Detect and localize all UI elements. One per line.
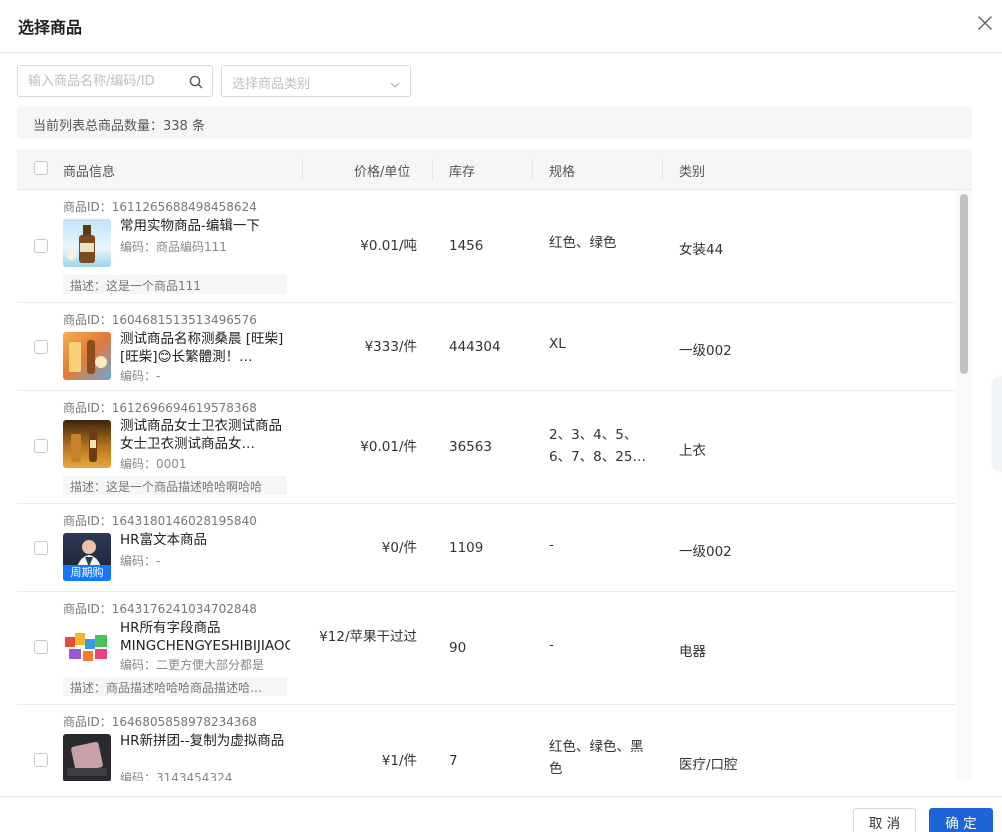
product-stock: 1456 [449, 238, 484, 254]
product-category: 一级002 [679, 544, 732, 560]
row-checkbox[interactable] [34, 541, 48, 555]
dialog-footer [0, 796, 1002, 832]
product-stock: 1109 [449, 540, 484, 556]
product-stock: 90 [449, 640, 467, 656]
product-spec: 红色、绿色 [549, 235, 617, 251]
header-divider [432, 159, 433, 180]
category-select-placeholder: 选择商品类别 [232, 77, 311, 92]
table-row[interactable]: 商品ID：1643176241034702848 HR所有字段商品MINGCHE… [17, 592, 959, 705]
row-checkbox[interactable] [34, 640, 48, 654]
product-price: ¥0/件 [381, 540, 417, 556]
colorful-snacks-thumbnail [63, 621, 111, 669]
product-price: ¥333/件 [364, 339, 417, 355]
product-spec: - [549, 637, 554, 653]
product-category: 女装44 [679, 242, 724, 258]
row-checkbox[interactable] [34, 753, 48, 767]
product-id: 商品ID：1612696694619578368 [63, 401, 257, 415]
product-spec: 2、3、4、5、6、7、8、25… [549, 427, 646, 465]
dialog-header: 选择商品 [0, 0, 1002, 53]
product-spec: XL [549, 336, 566, 352]
header-divider [662, 159, 663, 180]
product-name: HR富文本商品 [120, 532, 208, 548]
product-code: 编码：- [120, 369, 161, 383]
search-icon[interactable] [189, 74, 203, 89]
product-stock: 7 [449, 753, 458, 769]
product-category: 医疗/口腔 [679, 757, 738, 773]
product-desc: 描述：这是一个商品描述哈哈啊哈哈 [63, 476, 287, 495]
product-code: 编码：商品编码111 [120, 240, 227, 254]
row-checkbox[interactable] [34, 340, 48, 354]
table-scrollbar-thumb[interactable] [960, 194, 968, 374]
product-name: 常用实物商品-编辑一下 [120, 218, 260, 234]
product-category: 上衣 [679, 443, 706, 459]
total-count-bar: 当前列表总商品数量：338 条 [17, 107, 972, 139]
product-id: 商品ID：1611265688498458624 [63, 200, 257, 214]
product-desc: 描述：这是一个商品111 [63, 275, 287, 294]
product-name: HR新拼团--复制为虚拟商品 [120, 733, 285, 749]
total-count-text: 当前列表总商品数量：338 条 [33, 119, 205, 134]
product-code: 编码：3143454324 [120, 771, 233, 781]
product-price: ¥1/件 [381, 753, 417, 769]
beer-bottle-thumbnail [63, 219, 111, 267]
product-id: 商品ID：1646805858978234368 [63, 715, 257, 729]
header-divider [532, 159, 533, 180]
product-price: ¥12/苹果干过过 [319, 629, 417, 645]
table-row[interactable]: 商品ID：1643180146028195840 周期购 HR富文本商品 编码：… [17, 504, 959, 592]
beer-poster-thumbnail [63, 332, 111, 380]
table-row[interactable]: 商品ID：1604681513513496576 测试商品名称测桑晨 [旺柴][… [17, 303, 959, 391]
category-select[interactable]: 选择商品类别 [221, 65, 411, 97]
product-price: ¥0.01/吨 [360, 238, 417, 254]
beer-glass-thumbnail [63, 420, 111, 468]
product-stock: 444304 [449, 339, 501, 355]
select-all-checkbox[interactable] [34, 161, 48, 175]
product-name: 测试商品女士卫衣测试商品女士卫衣测试商品女… [120, 418, 282, 452]
product-category: 一级002 [679, 343, 732, 359]
product-stock: 36563 [449, 439, 492, 455]
table-row[interactable]: 商品ID：1646805858978234368 HR新拼团--复制为虚拟商品 … [17, 705, 959, 781]
search-box [17, 65, 213, 97]
header-stock: 库存 [449, 165, 476, 180]
person-suit-thumbnail: 周期购 [63, 533, 111, 581]
product-code: 编码：二更方便大部分都是 [120, 658, 265, 672]
table-row[interactable]: 商品ID：1612696694619578368 测试商品女士卫衣测试商品女士卫… [17, 391, 959, 504]
close-icon[interactable] [976, 14, 994, 32]
periodic-purchase-badge: 周期购 [63, 565, 111, 581]
row-checkbox[interactable] [34, 439, 48, 453]
header-info: 商品信息 [63, 165, 116, 180]
product-name: HR所有字段商品MINGCHENGYESHIBIJIAOCHAN… [120, 620, 290, 654]
product-desc: 描述：商品描述哈哈哈商品描述哈… [63, 677, 287, 696]
product-name: 测试商品名称测桑晨 [旺柴][旺柴]😊长繁體測！… [120, 331, 284, 365]
table-row[interactable]: 商品ID：1611265688498458624 常用实物商品-编辑一下 编码：… [17, 190, 959, 303]
product-id: 商品ID：1643176241034702848 [63, 602, 257, 616]
row-checkbox[interactable] [34, 239, 48, 253]
header-price: 价格/单位 [354, 165, 411, 180]
product-category: 电器 [679, 644, 706, 660]
header-spec: 规格 [549, 165, 576, 180]
dialog-title: 选择商品 [18, 18, 83, 37]
product-code: 编码：0001 [120, 457, 187, 471]
phone-thumbnail [63, 734, 111, 781]
side-floating-tab[interactable] [993, 378, 1002, 470]
product-id: 商品ID：1643180146028195840 [63, 514, 257, 528]
product-code: 编码：- [120, 554, 161, 568]
table-header: 商品信息 价格/单位 库存 规格 类别 [17, 149, 972, 190]
confirm-button[interactable]: 确 定 [929, 808, 993, 832]
product-spec: 红色、绿色、黑色 [549, 739, 644, 777]
product-spec: - [549, 537, 554, 553]
header-category: 类别 [679, 165, 706, 180]
chevron-down-icon [389, 76, 401, 88]
product-id: 商品ID：1604681513513496576 [63, 313, 257, 327]
header-divider [302, 159, 303, 180]
product-table: 商品信息 价格/单位 库存 规格 类别 商品ID：161126568849845… [17, 149, 972, 781]
search-input[interactable] [28, 66, 183, 96]
product-price: ¥0.01/件 [360, 439, 417, 455]
cancel-button[interactable]: 取 消 [853, 808, 916, 832]
